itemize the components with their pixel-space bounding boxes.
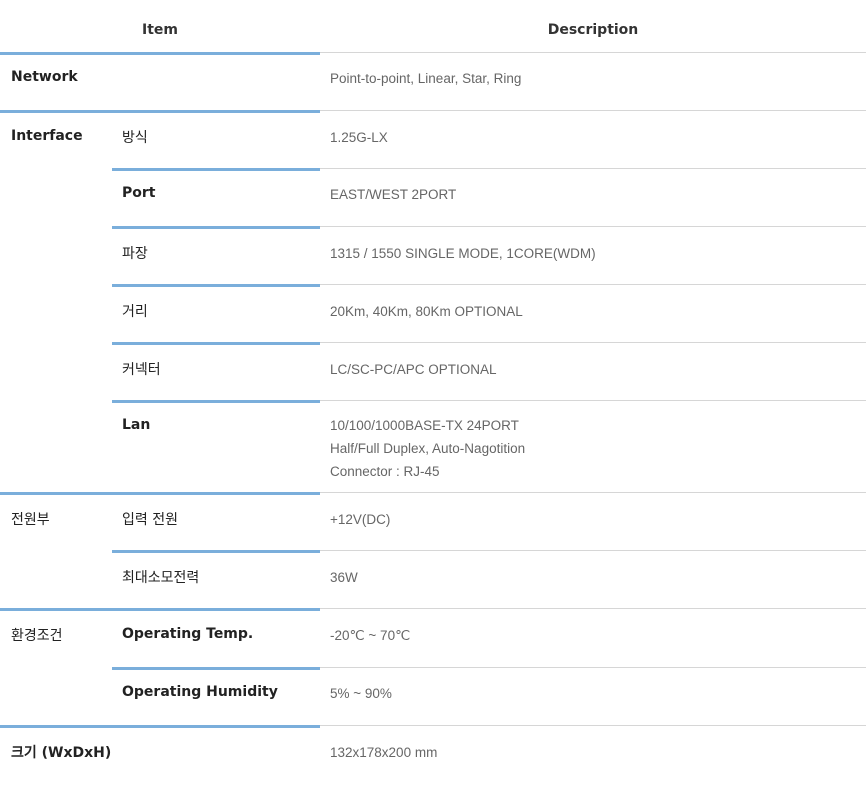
description-cell: 10/100/1000BASE-TX 24PORT — [330, 418, 519, 433]
sub-label: 입력 전원 — [122, 512, 178, 528]
divider — [320, 110, 866, 111]
divider — [320, 400, 866, 401]
sub-label: 파장 — [122, 246, 148, 262]
divider — [0, 608, 320, 611]
description-cell: 36W — [330, 570, 358, 585]
divider — [320, 492, 866, 493]
description-cell: EAST/WEST 2PORT — [330, 187, 457, 202]
divider — [320, 342, 866, 343]
group-label-interface: Interface — [11, 128, 83, 144]
group-label-size: 크기 (WxDxH) — [11, 745, 112, 761]
description-cell: -20℃ ~ 70℃ — [330, 628, 411, 643]
description-cell: Point-to-point, Linear, Star, Ring — [330, 71, 522, 86]
divider — [0, 725, 320, 728]
description-cell: Half/Full Duplex, Auto-Nagotition — [330, 441, 526, 456]
column-header-description: Description — [547, 22, 639, 38]
divider — [0, 492, 320, 495]
sub-label: 거리 — [122, 304, 148, 320]
sub-label: Port — [122, 185, 156, 201]
sub-label: 방식 — [122, 130, 148, 146]
divider — [112, 342, 320, 345]
group-label-network: Network — [11, 69, 78, 85]
divider — [0, 52, 320, 55]
sub-label: 커넥터 — [122, 362, 161, 378]
sub-label: 최대소모전력 — [122, 570, 200, 586]
divider — [320, 667, 866, 668]
description-cell: 20Km, 40Km, 80Km OPTIONAL — [330, 304, 523, 319]
divider — [112, 168, 320, 171]
divider — [320, 284, 866, 285]
divider — [320, 52, 866, 53]
group-label-power: 전원부 — [11, 512, 50, 528]
divider — [112, 667, 320, 670]
description-cell: +12V(DC) — [330, 512, 391, 527]
description-cell: Connector : RJ-45 — [330, 464, 440, 479]
divider — [320, 550, 866, 551]
description-cell: 1315 / 1550 SINGLE MODE, 1CORE(WDM) — [330, 246, 596, 261]
divider — [320, 226, 866, 227]
divider — [112, 284, 320, 287]
divider — [112, 226, 320, 229]
description-cell: 132x178x200 mm — [330, 745, 438, 760]
column-header-item: Item — [142, 22, 178, 38]
divider — [320, 608, 866, 609]
description-cell: 1.25G-LX — [330, 130, 388, 145]
divider — [320, 725, 866, 726]
sub-label: Lan — [122, 417, 151, 433]
sub-label: Operating Humidity — [122, 684, 278, 700]
description-cell: LC/SC-PC/APC OPTIONAL — [330, 362, 497, 377]
divider — [0, 110, 320, 113]
description-cell: 5% ~ 90% — [330, 686, 392, 701]
group-label-environment: 환경조건 — [11, 628, 63, 644]
divider — [112, 400, 320, 403]
divider — [320, 168, 866, 169]
divider — [112, 550, 320, 553]
sub-label: Operating Temp. — [122, 626, 254, 642]
